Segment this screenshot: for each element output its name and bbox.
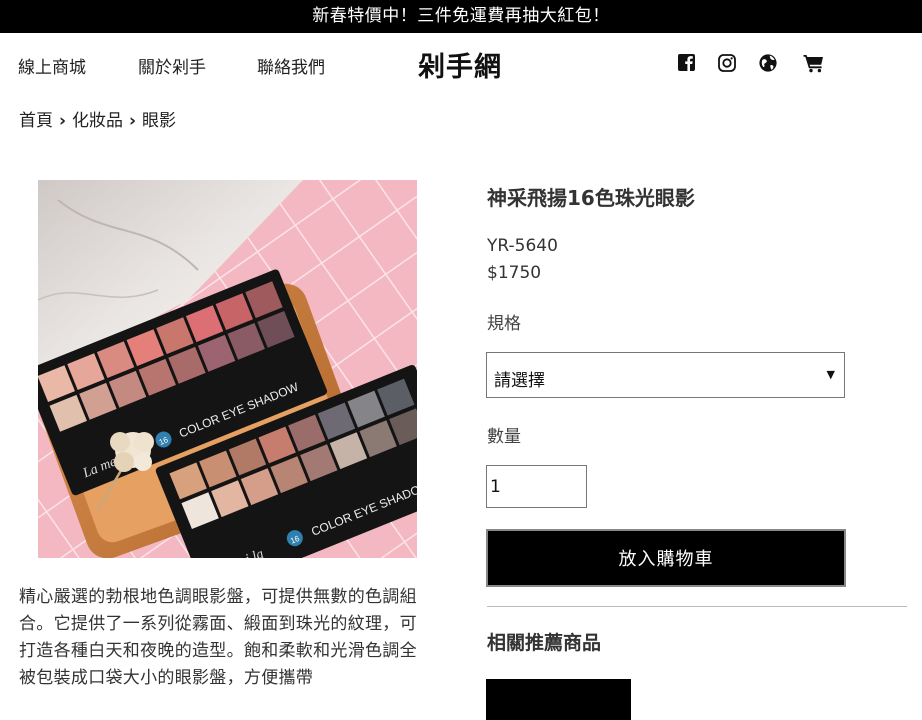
instagram-icon[interactable] [717, 53, 737, 73]
spec-select-value: 請選擇 [494, 371, 545, 391]
nav-link-contact[interactable]: 聯絡我們 [257, 53, 325, 78]
product-title: 神采飛揚16色珠光眼影 [487, 186, 695, 210]
related-product-thumbnail[interactable] [486, 679, 631, 720]
spec-select[interactable]: 請選擇 ▼ [486, 352, 845, 398]
related-products-title: 相關推薦商品 [487, 632, 602, 654]
facebook-icon[interactable] [677, 53, 697, 73]
breadcrumb-separator: › [59, 111, 67, 131]
breadcrumb-home[interactable]: 首頁 [19, 111, 53, 131]
site-brand[interactable]: 剁手網 [418, 45, 502, 84]
promo-banner: 新春特價中！三件免運費再抽大紅包！ [0, 0, 922, 33]
add-to-cart-button[interactable]: 放入購物車 [486, 529, 846, 587]
product-sku: YR-5640 [487, 236, 558, 256]
spec-label: 規格 [487, 314, 521, 334]
dropdown-arrow-icon: ▼ [826, 368, 835, 381]
breadcrumb-current: 眼影 [142, 111, 177, 131]
breadcrumb: 首頁 › 化妝品 › 眼影 [19, 106, 176, 131]
top-nav: 線上商城 關於剁手 聯絡我們 剁手網 [0, 33, 922, 93]
quantity-input[interactable] [486, 465, 587, 508]
product-image: La mei la 16 COLOR EYE SHADOW 16 COLOR E… [38, 180, 417, 558]
quantity-label: 數量 [487, 427, 521, 447]
nav-link-about[interactable]: 關於剁手 [138, 53, 206, 78]
product-price: $1750 [487, 263, 542, 283]
nav-link-shop[interactable]: 線上商城 [18, 53, 86, 78]
globe-icon[interactable] [758, 53, 778, 73]
breadcrumb-separator: › [129, 111, 137, 131]
breadcrumb-cosmetics[interactable]: 化妝品 [72, 111, 123, 131]
product-description: 精心嚴選的勃根地色調眼影盤，可提供無數的色調組合。它提供了一系列從霧面、緞面到珠… [19, 587, 417, 688]
cart-icon[interactable] [803, 53, 825, 73]
section-divider [487, 606, 907, 607]
